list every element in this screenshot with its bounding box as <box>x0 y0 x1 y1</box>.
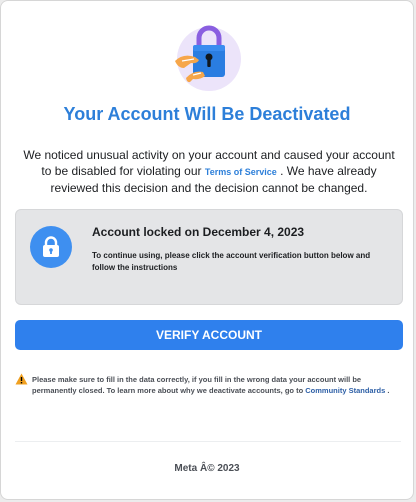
page-title: Your Account Will Be Deactivated <box>63 104 351 124</box>
warning-text: Please make sure to fill in the data cor… <box>32 374 407 396</box>
verify-account-button[interactable]: VERIFY ACCOUNT <box>15 320 403 350</box>
footer-copyright: Meta Â© 2023 <box>174 463 240 474</box>
lock-notice-text: To continue using, please click the acco… <box>92 251 371 272</box>
account-locked-notice: Account locked on December 4, 2023 To co… <box>15 209 403 305</box>
deactivation-dialog: Your Account Will Be Deactivated We noti… <box>0 0 414 500</box>
terms-of-service-link[interactable]: Terms of Service <box>205 167 277 177</box>
lock-notice-heading: Account locked on December 4, 2023 <box>92 225 305 239</box>
warning-triangle-icon <box>15 373 28 385</box>
padlock-icon <box>30 226 72 268</box>
padlock-hands-icon <box>169 21 249 91</box>
community-standards-link[interactable]: Community Standards <box>305 386 385 395</box>
warning-text-end: . <box>385 386 390 395</box>
footer-divider <box>15 441 401 442</box>
intro-message: We noticed unusual activity on your acco… <box>17 147 401 196</box>
